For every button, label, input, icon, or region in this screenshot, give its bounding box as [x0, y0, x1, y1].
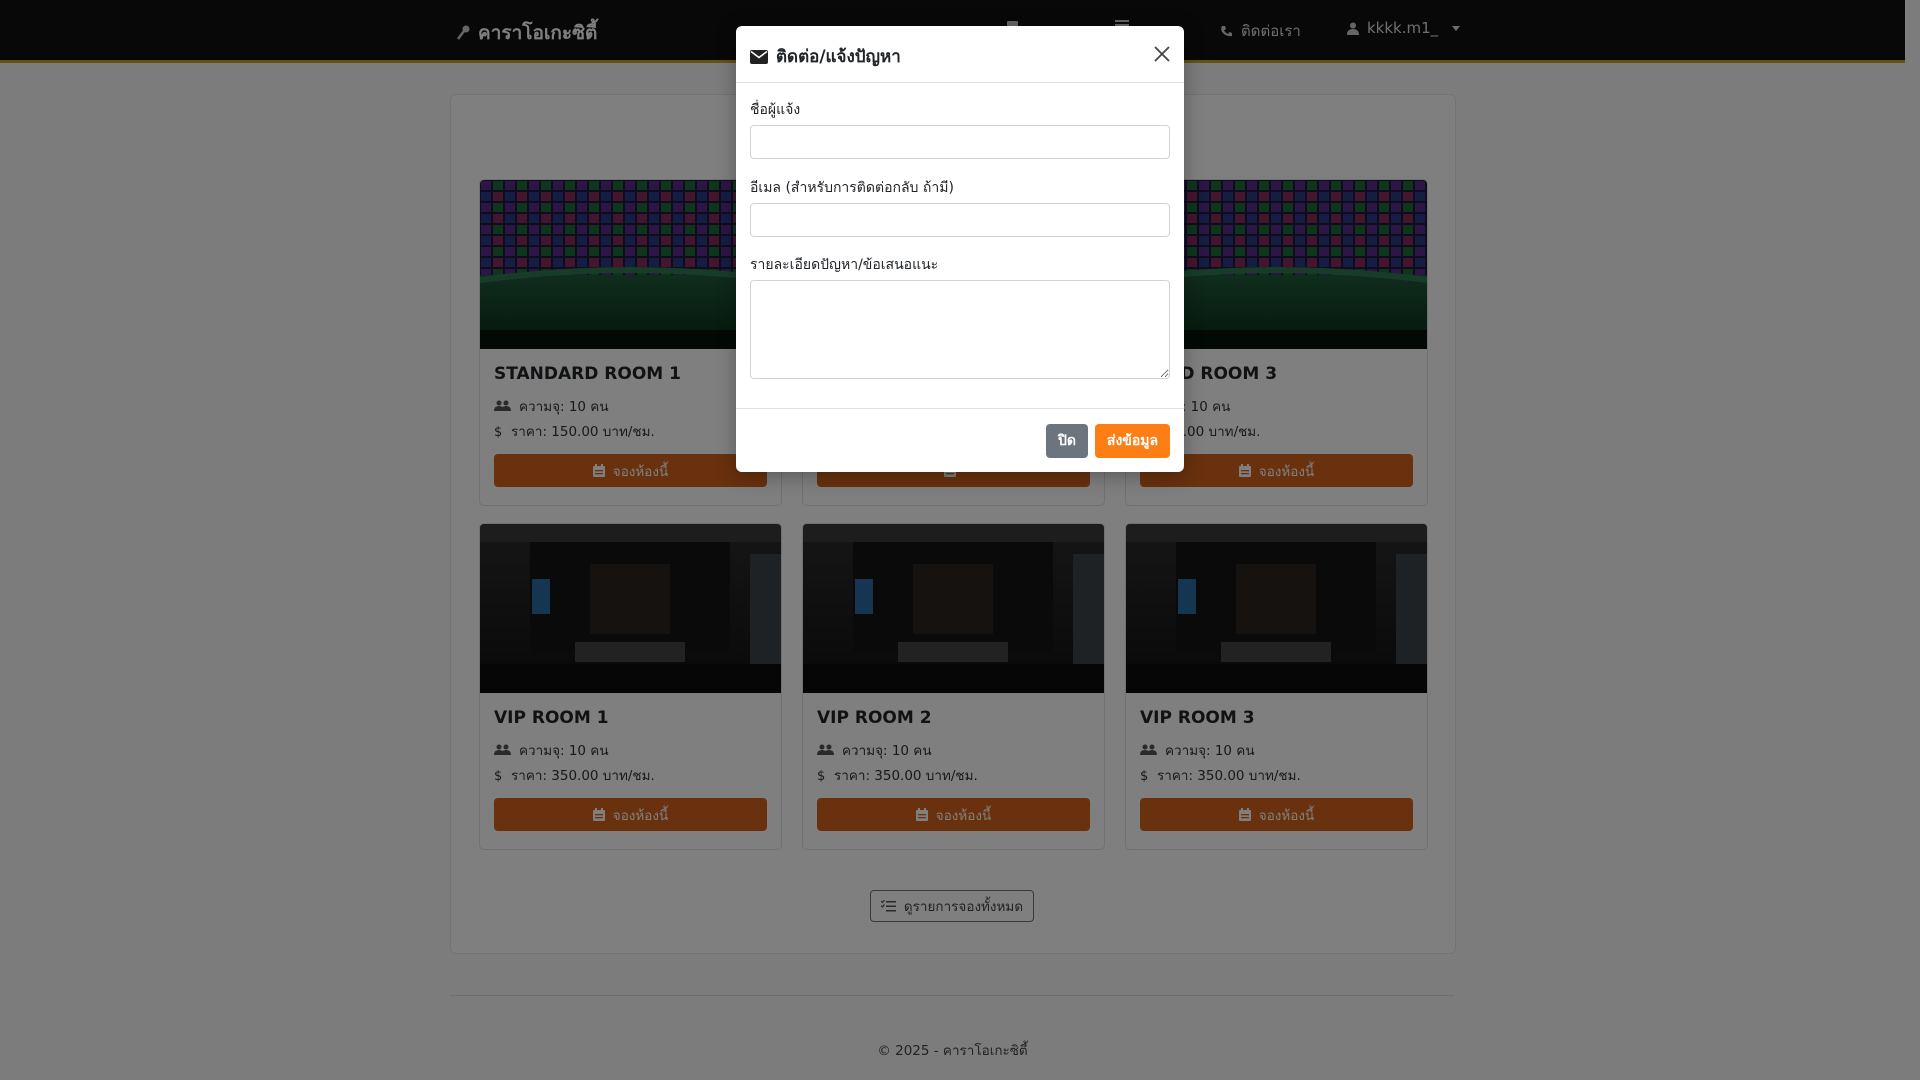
submit-button[interactable]: ส่งข้อมูล — [1095, 424, 1170, 458]
modal-header: ติดต่อ/แจ้งปัญหา — [736, 26, 1184, 83]
name-field[interactable] — [750, 125, 1170, 159]
name-label: ชื่อผู้แจ้ง — [750, 102, 801, 118]
email-label: อีเมล (สำหรับการติดต่อกลับ ถ้ามี) — [750, 180, 954, 196]
contact-modal: ติดต่อ/แจ้งปัญหา ชื่อผู้แจ้ง อีเมล (สำหร… — [736, 26, 1184, 472]
detail-textarea[interactable] — [750, 280, 1170, 379]
email-field[interactable] — [750, 203, 1170, 237]
detail-label: รายละเอียดปัญหา/ข้อเสนอแนะ — [750, 257, 939, 273]
modal-footer: ปิด ส่งข้อมูล — [736, 408, 1184, 473]
modal-title: ติดต่อ/แจ้งปัญหา — [750, 43, 901, 70]
close-icon[interactable] — [1152, 44, 1172, 64]
close-button[interactable]: ปิด — [1046, 424, 1088, 458]
envelope-icon — [750, 49, 768, 64]
modal-title-text: ติดต่อ/แจ้งปัญหา — [776, 47, 901, 67]
